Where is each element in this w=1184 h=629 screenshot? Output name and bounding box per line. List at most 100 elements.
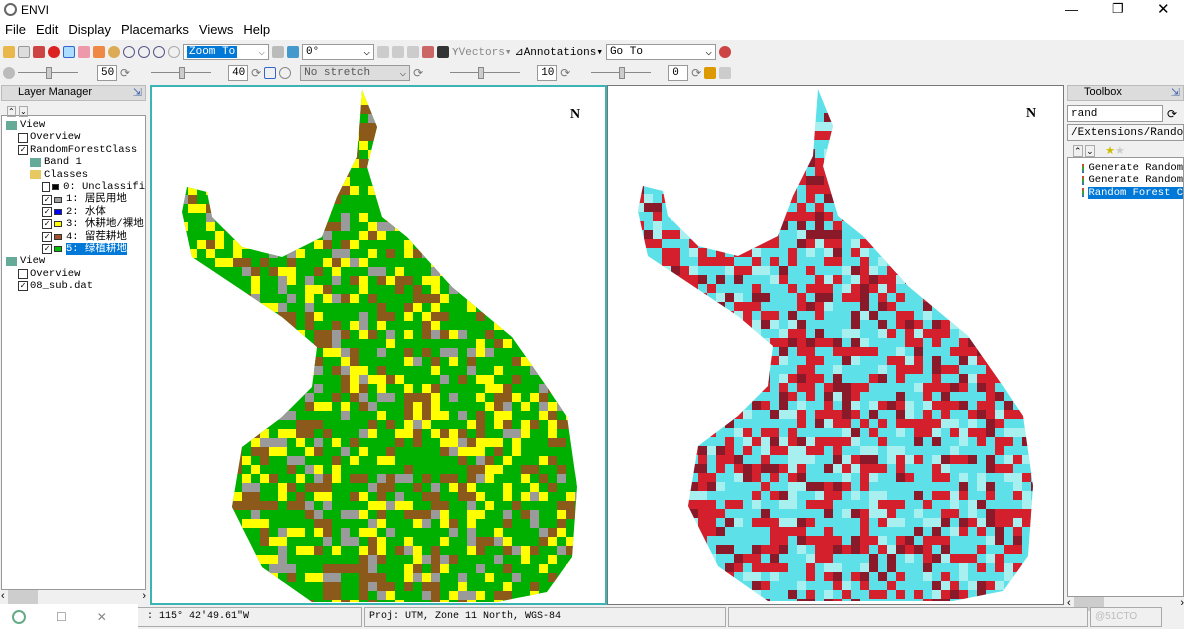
rotation-dropdown[interactable]: 0° ⌵ — [302, 43, 374, 60]
stretch-dropdown[interactable]: No stretch ⌵ — [300, 64, 411, 81]
menu-display[interactable]: Display — [63, 20, 116, 40]
brightness-slider[interactable] — [18, 67, 78, 79]
view-right[interactable]: N — [607, 85, 1064, 605]
transparency-slider[interactable] — [591, 67, 652, 79]
layer-checkbox[interactable] — [42, 182, 51, 193]
app-icon[interactable] — [12, 609, 26, 624]
undock-icon[interactable]: ⇲ — [133, 86, 142, 99]
layer-checkbox[interactable] — [18, 132, 28, 143]
toolbox-item[interactable]: Generate Random — [1068, 174, 1183, 186]
contrast-slider[interactable] — [151, 67, 212, 79]
select-icon[interactable] — [63, 45, 75, 58]
layer-checkbox[interactable]: ✓ — [18, 281, 28, 292]
minimize-button[interactable]: — — [1065, 2, 1078, 17]
reset-icon[interactable]: ⟳ — [560, 66, 570, 80]
layer-item[interactable]: ✓ 3: 休耕地/裸地 — [2, 218, 145, 230]
vectors-menu[interactable]: ⋎Vectors▾ — [452, 45, 511, 59]
reset-icon[interactable]: ⟳ — [120, 66, 130, 80]
layer-item[interactable]: ✓ 1: 居民用地 — [2, 193, 145, 205]
roi-icon[interactable] — [264, 66, 277, 79]
layer-checkbox[interactable]: ✓ — [42, 194, 52, 205]
layer-item[interactable]: ✓ 2: 水体 — [2, 206, 145, 218]
help-icon[interactable] — [718, 45, 731, 58]
crosshair-icon[interactable] — [392, 45, 404, 58]
menu-help[interactable]: Help — [238, 20, 275, 40]
layer-item[interactable]: Band 1 — [2, 156, 145, 168]
pan-icon[interactable] — [78, 45, 90, 58]
layer-checkbox[interactable]: ✓ — [42, 244, 52, 255]
layer-checkbox[interactable] — [18, 268, 28, 279]
expand-all-icon[interactable]: ⌄ — [19, 106, 28, 117]
layer-item[interactable]: Classes — [2, 169, 145, 181]
sharpen-value[interactable]: 10 — [537, 64, 558, 81]
measure-icon[interactable] — [407, 45, 419, 58]
feature-icon[interactable] — [422, 45, 434, 58]
zoom-icon[interactable] — [123, 45, 135, 58]
reset-icon[interactable]: ⟳ — [413, 66, 423, 80]
sharpen-slider[interactable] — [450, 67, 521, 79]
horizontal-scrollbar[interactable]: ‹ › — [1, 590, 146, 604]
zoom-out-icon[interactable] — [153, 45, 165, 58]
layer-checkbox[interactable]: ✓ — [42, 231, 52, 242]
zoom-in-icon[interactable] — [138, 45, 150, 58]
toolbox-search-input[interactable]: rand — [1067, 105, 1163, 122]
toolbox-panel: Toolbox⇲ rand⟳ /Extensions/Random F ⌃ ⌄ … — [1067, 85, 1184, 611]
layer-item[interactable]: 0: Unclassifi — [2, 181, 145, 193]
toolbox-item[interactable]: Generate Random — [1068, 162, 1183, 174]
north-arrow-icon: N — [1026, 106, 1037, 121]
favorite-remove-icon[interactable]: ★ — [1115, 145, 1125, 157]
layer-checkbox[interactable]: ✓ — [18, 144, 28, 155]
maximize-button[interactable]: ❐ — [1112, 1, 1124, 17]
favorite-add-icon[interactable]: ★ — [1105, 145, 1115, 157]
class-color-swatch — [54, 246, 62, 253]
menu-views[interactable]: Views — [194, 20, 238, 40]
brightness-value[interactable]: 50 — [97, 64, 117, 81]
menu-placemarks[interactable]: Placemarks — [116, 20, 194, 40]
rotate-icon[interactable] — [108, 45, 120, 58]
reset-icon[interactable]: ⟳ — [251, 66, 261, 80]
view-left[interactable]: N — [150, 85, 607, 605]
layer-tree: View Overview ✓ RandomForestClass Band 1 Clas… — [1, 115, 146, 590]
layer-item[interactable]: ✓ RandomForestClass — [2, 144, 145, 156]
annotations-menu[interactable]: ⊿Annotations▾ — [514, 45, 602, 59]
collapse-all-icon[interactable]: ⌃ — [1073, 145, 1083, 157]
chart-icon[interactable] — [704, 66, 717, 79]
cursor-value-icon[interactable] — [377, 45, 389, 58]
fly-icon[interactable] — [93, 45, 105, 58]
layer-checkbox[interactable]: ✓ — [42, 206, 52, 217]
data-manager-icon[interactable] — [18, 45, 30, 58]
toolbox-header: Toolbox ⇲ — [1067, 85, 1184, 101]
layer-item[interactable]: ✓ 08_sub.dat — [2, 280, 145, 292]
close-button[interactable]: ✕ — [1157, 0, 1170, 18]
rotate-right-icon[interactable] — [287, 45, 299, 58]
reset-icon[interactable]: ⟳ — [691, 66, 701, 80]
go-to-field[interactable]: Go To ⌵ — [605, 43, 716, 60]
zoom-to-dropdown[interactable]: Zoom To ⌵ — [183, 43, 269, 60]
restore-icon[interactable]: ☐ — [56, 610, 67, 624]
expand-all-icon[interactable]: ⌄ — [1085, 145, 1095, 157]
open-icon[interactable] — [3, 45, 15, 58]
layer-item[interactable]: Overview — [2, 131, 145, 143]
layer-item[interactable]: ✓ 5: 绿植耕地 — [2, 242, 145, 256]
layout-icon[interactable] — [719, 66, 732, 79]
layer-item[interactable]: ✓ 4: 留茬耕地 — [2, 231, 145, 243]
layer-item[interactable]: View — [2, 255, 145, 267]
chip-icon[interactable] — [33, 45, 45, 58]
menu-file[interactable]: File — [0, 20, 31, 40]
collapse-all-icon[interactable]: ⌃ — [7, 106, 16, 117]
refresh-icon[interactable]: ⟳ — [1167, 107, 1177, 121]
layer-item[interactable]: Overview — [2, 268, 145, 280]
close-icon[interactable]: ✕ — [97, 610, 107, 624]
toolbox-item[interactable]: Random Forest C — [1068, 186, 1183, 200]
rotate-left-icon[interactable] — [272, 45, 284, 58]
circle-icon[interactable] — [279, 66, 292, 79]
layer-checkbox[interactable]: ✓ — [42, 219, 52, 230]
portal-icon[interactable] — [437, 45, 449, 58]
transparency-value[interactable]: 0 — [668, 64, 689, 81]
placemark-icon[interactable] — [48, 45, 60, 58]
menu-edit[interactable]: Edit — [31, 20, 63, 40]
layer-item[interactable]: View — [2, 119, 145, 131]
contrast-value[interactable]: 40 — [228, 64, 249, 81]
undock-icon[interactable]: ⇲ — [1171, 86, 1180, 99]
zoom-full-icon[interactable] — [168, 45, 180, 58]
